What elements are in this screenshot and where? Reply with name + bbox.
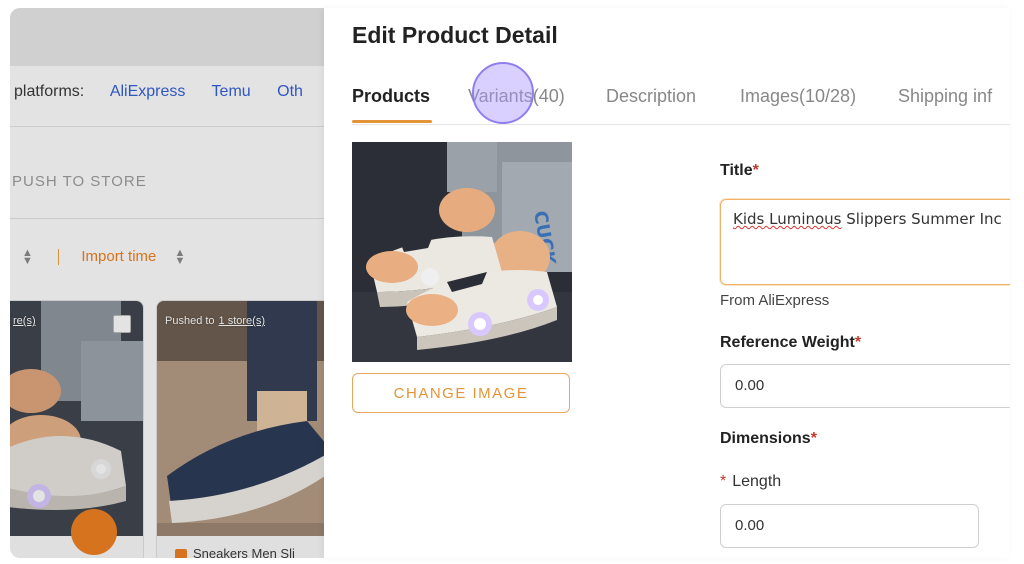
tab-description[interactable]: Description [606, 86, 696, 107]
tab-products[interactable]: Products [352, 86, 430, 107]
product-image: CUCK [352, 142, 572, 362]
reference-weight-input[interactable] [733, 376, 1007, 395]
change-image-button[interactable]: CHANGE IMAGE [352, 373, 570, 413]
length-label: * Length [720, 473, 782, 490]
tab-bar: Products Variants(40) Description Images… [352, 80, 1010, 125]
drawer-title: Edit Product Detail [352, 22, 558, 48]
tab-images[interactable]: Images(10/28) [740, 86, 856, 107]
title-label: Title* [720, 162, 759, 179]
title-textarea[interactable]: Kids Luminous Slippers Summer Inc [720, 199, 1010, 285]
dimensions-label: Dimensions* [720, 430, 817, 447]
length-input[interactable] [733, 516, 967, 535]
active-tab-indicator [352, 120, 432, 123]
cursor-highlight [472, 62, 534, 124]
tab-shipping-info[interactable]: Shipping inf [898, 86, 992, 107]
edit-product-drawer: Edit Product Detail Products Variants(40… [324, 8, 1010, 558]
title-value: Kids Luminous Slippers Summer Inc [733, 210, 1002, 228]
reference-weight-field[interactable] [720, 364, 1010, 408]
length-field[interactable] [720, 504, 979, 548]
reference-weight-label: Reference Weight* [720, 334, 862, 351]
title-source: From AliExpress [720, 292, 830, 309]
